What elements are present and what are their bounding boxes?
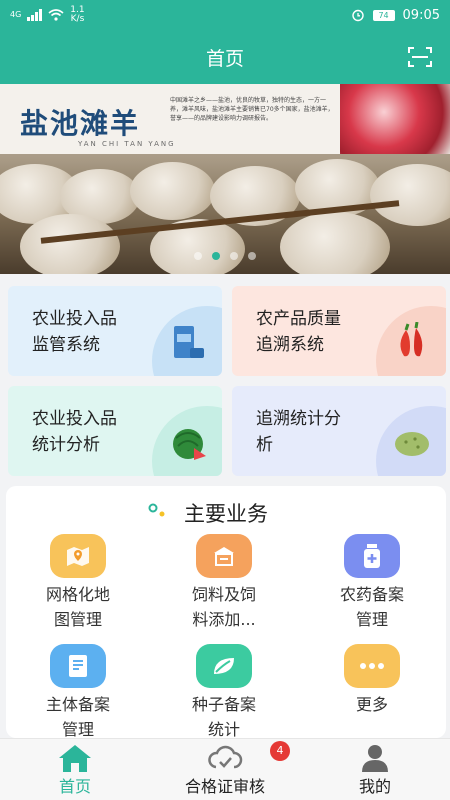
carousel-dot[interactable]	[230, 252, 238, 260]
card-title: 追溯统计分析	[256, 409, 341, 455]
status-time: 09:05	[402, 7, 440, 23]
leaf-icon	[196, 644, 252, 688]
card-input-supervision[interactable]: 农业投入品 监管系统	[8, 286, 222, 376]
page-title: 首页	[205, 48, 244, 70]
biz-item-feed[interactable]: 饲料及饲 料添加...	[164, 534, 284, 632]
alarm-icon	[351, 9, 364, 22]
user-icon	[362, 745, 388, 772]
biz-item-more[interactable]: 更多	[312, 644, 432, 717]
card-trace-statistics[interactable]: 追溯统计分析	[232, 386, 446, 476]
more-dots-icon	[344, 644, 400, 688]
banner-text: 中国滩羊之乡——盐池，优良的牧草，独特的生态，一方一养，滩羊风味，盐池滩羊主要销…	[170, 97, 334, 122]
biz-item-pesticide[interactable]: 农药备案 管理	[312, 534, 432, 632]
card-title: 农业投入品 监管系统	[32, 309, 117, 355]
medicine-bottle-icon	[344, 534, 400, 578]
biz-item-label: 农药备案 管理	[339, 585, 404, 629]
carousel-dot[interactable]	[248, 252, 256, 260]
status-bar: 4G 1.1 K/s 74 09:05	[0, 0, 450, 30]
sheep-image	[20, 214, 120, 274]
network-type: 4G	[10, 10, 22, 19]
lamb-meat-image	[340, 84, 450, 154]
signal-icon	[27, 9, 43, 21]
section-title: 主要业务	[184, 502, 268, 526]
card-input-statistics[interactable]: 农业投入品 统计分析	[8, 386, 222, 476]
notification-badge: 4	[270, 741, 290, 761]
network-speed: 1.1 K/s	[70, 5, 85, 24]
tab-profile[interactable]: 我的	[300, 739, 450, 800]
wifi-icon	[48, 9, 64, 21]
card-title: 农产品质量 追溯系统	[256, 309, 341, 355]
potato-icon	[395, 432, 429, 456]
feed-box-icon	[196, 534, 252, 578]
banner-logo: 盐池滩羊	[20, 107, 141, 140]
tab-home[interactable]: 首页	[0, 739, 150, 800]
carousel-indicator[interactable]	[0, 252, 450, 260]
biz-item-label: 网格化地 图管理	[45, 585, 110, 629]
watermelon-icon	[173, 429, 206, 460]
card-quality-trace[interactable]: 农产品质量 追溯系统	[232, 286, 446, 376]
biz-item-grid-map[interactable]: 网格化地 图管理	[18, 534, 138, 632]
sheep-image	[370, 164, 450, 226]
banner-carousel[interactable]: 盐池滩羊 YAN CHI TAN YANG 中国滩羊之乡——盐池，优良的牧草，独…	[0, 84, 450, 274]
banner-logo-subtitle: YAN CHI TAN YANG	[78, 140, 176, 148]
carousel-dot[interactable]	[194, 252, 202, 260]
biz-item-seed[interactable]: 种子备案 统计	[164, 644, 284, 738]
sheep-image	[130, 162, 215, 220]
home-icon	[59, 745, 91, 772]
biz-item-label: 饲料及饲 料添加...	[191, 585, 256, 629]
main-business-section: 主要业务 网格化地 图管理 饲料及饲 料添加... 农药备案 管理 主体备案 管理 种子…	[6, 486, 446, 738]
tab-label: 合格证审核	[184, 777, 265, 796]
tab-label: 我的	[358, 777, 391, 796]
feed-bag-icon	[174, 326, 204, 358]
biz-item-label: 种子备案 统计	[191, 695, 256, 738]
chili-pepper-icon	[400, 322, 423, 357]
document-icon	[50, 644, 106, 688]
app-bar: 首页	[0, 30, 450, 84]
biz-item-entity[interactable]: 主体备案 管理	[18, 644, 138, 738]
tab-label: 首页	[58, 777, 91, 796]
map-location-icon	[50, 534, 106, 578]
certificate-cloud-icon	[208, 745, 243, 769]
scan-icon[interactable]	[408, 47, 432, 67]
biz-item-label: 更多	[355, 695, 388, 714]
card-title: 农业投入品 统计分析	[32, 409, 117, 455]
sheep-image	[280, 212, 390, 274]
carousel-dot[interactable]	[212, 252, 220, 260]
battery-level: 74	[372, 9, 395, 21]
bottom-tab-bar: 首页 合格证审核 4 我的	[0, 738, 450, 800]
biz-item-label: 主体备案 管理	[45, 695, 110, 738]
